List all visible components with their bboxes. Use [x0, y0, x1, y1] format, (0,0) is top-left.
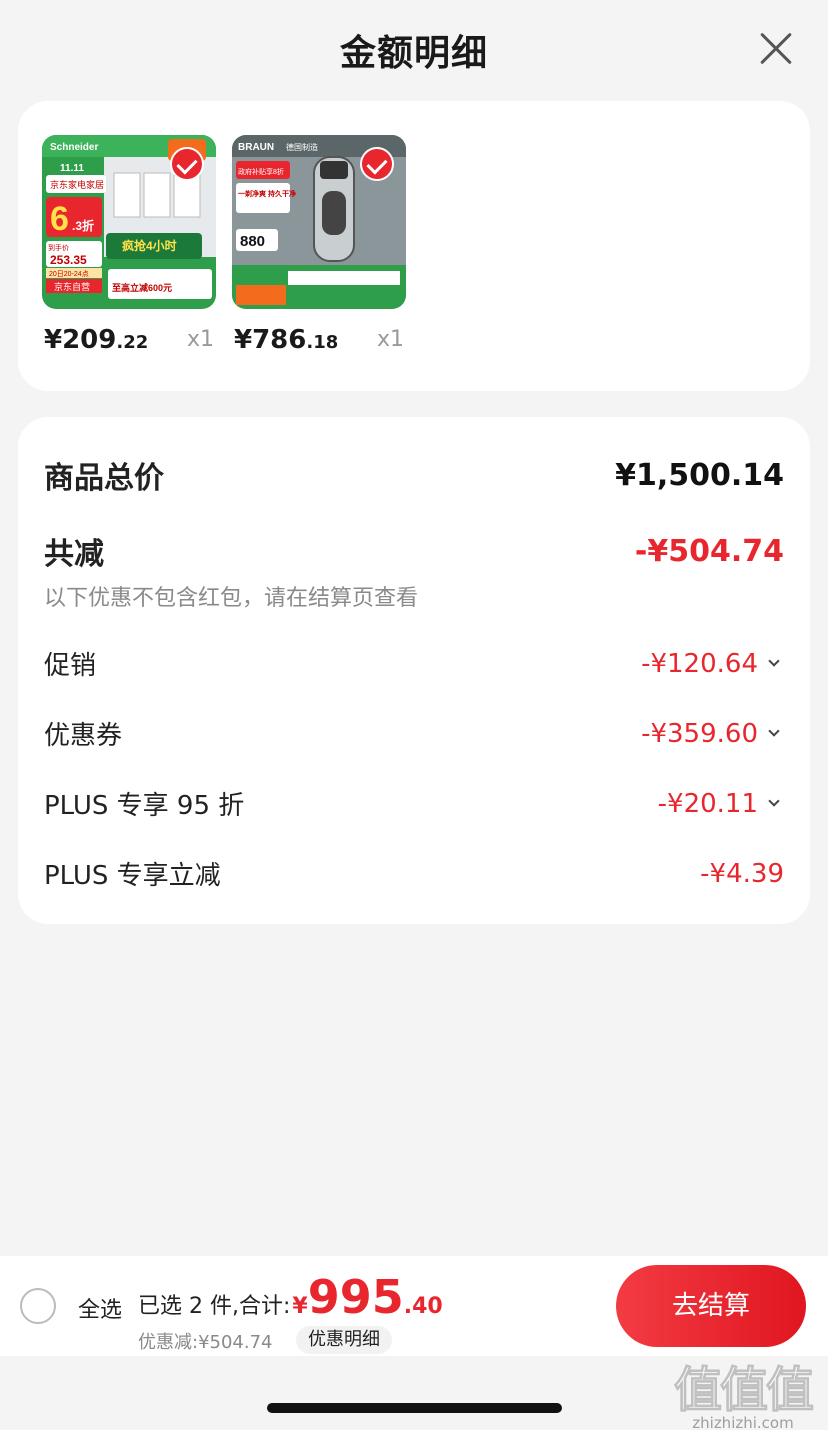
plus-reduction-row: PLUS 专享立减 -¥4.39 [44, 855, 784, 892]
date-text: 20日20-24点 [49, 270, 89, 278]
discount-note: 以下优惠不包含红包，请在结算页查看 [44, 586, 419, 611]
chevron-down-icon[interactable] [768, 794, 780, 807]
plus-reduction-label: PLUS 专享立减 [44, 861, 221, 891]
price-summary-card: 商品总价 ¥1,500.14 共减 -¥504.74 以下优惠不包含红包，请在结… [18, 417, 810, 924]
price-dec: .18 [306, 332, 339, 353]
product-item[interactable]: Schneider 京东家电家居 11.11 6 .3折 到手价 253.35 … [42, 135, 216, 355]
total-amount-dec: .40 [403, 1294, 443, 1319]
headline-text: 一剃净爽 持久干净 [238, 189, 296, 198]
price-int: ¥786 [234, 325, 307, 355]
coupon-label: 优惠券 [44, 721, 123, 751]
coupon-value: -¥359.60 [641, 719, 784, 749]
total-price-row: 商品总价 ¥1,500.14 [44, 453, 784, 497]
chevron-down-icon[interactable] [768, 654, 780, 667]
plus-reduction-amount: -¥4.39 [700, 858, 784, 889]
promotion-amount: -¥120.64 [641, 648, 758, 679]
total-amount-int: 995 [307, 1270, 404, 1324]
coupon-row[interactable]: 优惠券 -¥359.60 [44, 715, 784, 752]
total-price-label: 商品总价 [44, 461, 164, 496]
deal-price-text: 880 [240, 233, 265, 250]
plus-reduction-value: -¥4.39 [700, 859, 784, 889]
home-indicator[interactable] [267, 1403, 562, 1413]
plus-discount-label: PLUS 专享 95 折 [44, 791, 245, 821]
brand-text: Schneider [50, 142, 98, 153]
discount-int-text: 6 [50, 200, 69, 238]
product-quantity: x1 [376, 327, 404, 352]
product-price: ¥209.22 [44, 325, 148, 355]
total-reduction-value: -¥504.74 [634, 533, 784, 569]
promo-sub-text: 到手价 [48, 243, 69, 252]
total-amount-currency: ¥ [292, 1294, 308, 1319]
checkout-button[interactable]: 去结算 [616, 1265, 806, 1347]
discount-detail-button[interactable]: 优惠明细 [296, 1326, 392, 1354]
discount-amount: 优惠减:¥504.74 [138, 1332, 273, 1353]
products-card: Schneider 京东家电家居 11.11 6 .3折 到手价 253.35 … [18, 101, 810, 391]
product-image: Schneider 京东家电家居 11.11 6 .3折 到手价 253.35 … [42, 135, 216, 309]
page-title: 金额明细 [339, 33, 488, 74]
plus-discount-value: -¥20.11 [658, 789, 784, 819]
product-quantity: x1 [186, 327, 214, 352]
promo-text: 疯抢4小时 [122, 238, 177, 253]
total-amount-label: 已选 2 件,合计: [138, 1294, 291, 1319]
price-int: ¥209 [44, 325, 117, 355]
selected-check-icon[interactable] [170, 147, 204, 181]
promotion-value: -¥120.64 [641, 649, 784, 679]
watermark-logo: 值值值 [673, 1362, 814, 1419]
selected-check-icon[interactable] [360, 147, 394, 181]
total-amount: 已选 2 件,合计: ¥ 995 .40 [138, 1270, 443, 1324]
discount-dec-text: .3折 [72, 218, 94, 233]
product-item[interactable]: BRAUN 德国制造 政府补贴享8折 一剃净爽 持久干净 880 ¥786.18… [232, 135, 406, 355]
subsidy-text: 至高立减600元 [112, 282, 172, 293]
total-price-value: ¥1,500.14 [615, 457, 784, 493]
coupon-amount: -¥359.60 [641, 718, 758, 749]
plus-discount-row[interactable]: PLUS 专享 95 折 -¥20.11 [44, 785, 784, 822]
deal-price-text: 253.35 [50, 253, 87, 267]
watermark: 值值值 zhizhizhi.com [668, 1350, 818, 1430]
select-all-checkbox[interactable] [20, 1288, 56, 1324]
total-reduction-row: 共减 -¥504.74 [44, 529, 784, 573]
product-image: BRAUN 德国制造 政府补贴享8折 一剃净爽 持久干净 880 [232, 135, 406, 309]
self-op-text: 京东自营 [54, 281, 90, 292]
tag-text: 11.11 [60, 163, 84, 174]
close-icon[interactable] [758, 30, 794, 66]
header: 金额明细 [0, 0, 828, 96]
subsidy-text: 政府补贴享8折 [238, 167, 284, 176]
plus-discount-amount: -¥20.11 [657, 788, 758, 819]
tag-text: 德国制造 [286, 142, 318, 152]
store-text: 京东家电家居 [50, 179, 104, 190]
price-dec: .22 [116, 332, 149, 353]
select-all-label[interactable]: 全选 [78, 1292, 122, 1324]
total-reduction-label: 共减 [44, 537, 104, 572]
promotion-row[interactable]: 促销 -¥120.64 [44, 645, 784, 682]
checkout-bar: 全选 已选 2 件,合计: ¥ 995 .40 优惠减:¥504.74 优惠明细… [0, 1256, 828, 1356]
product-price: ¥786.18 [234, 325, 338, 355]
brand-text: BRAUN [238, 142, 274, 153]
chevron-down-icon[interactable] [768, 724, 780, 737]
promotion-label: 促销 [44, 651, 97, 681]
